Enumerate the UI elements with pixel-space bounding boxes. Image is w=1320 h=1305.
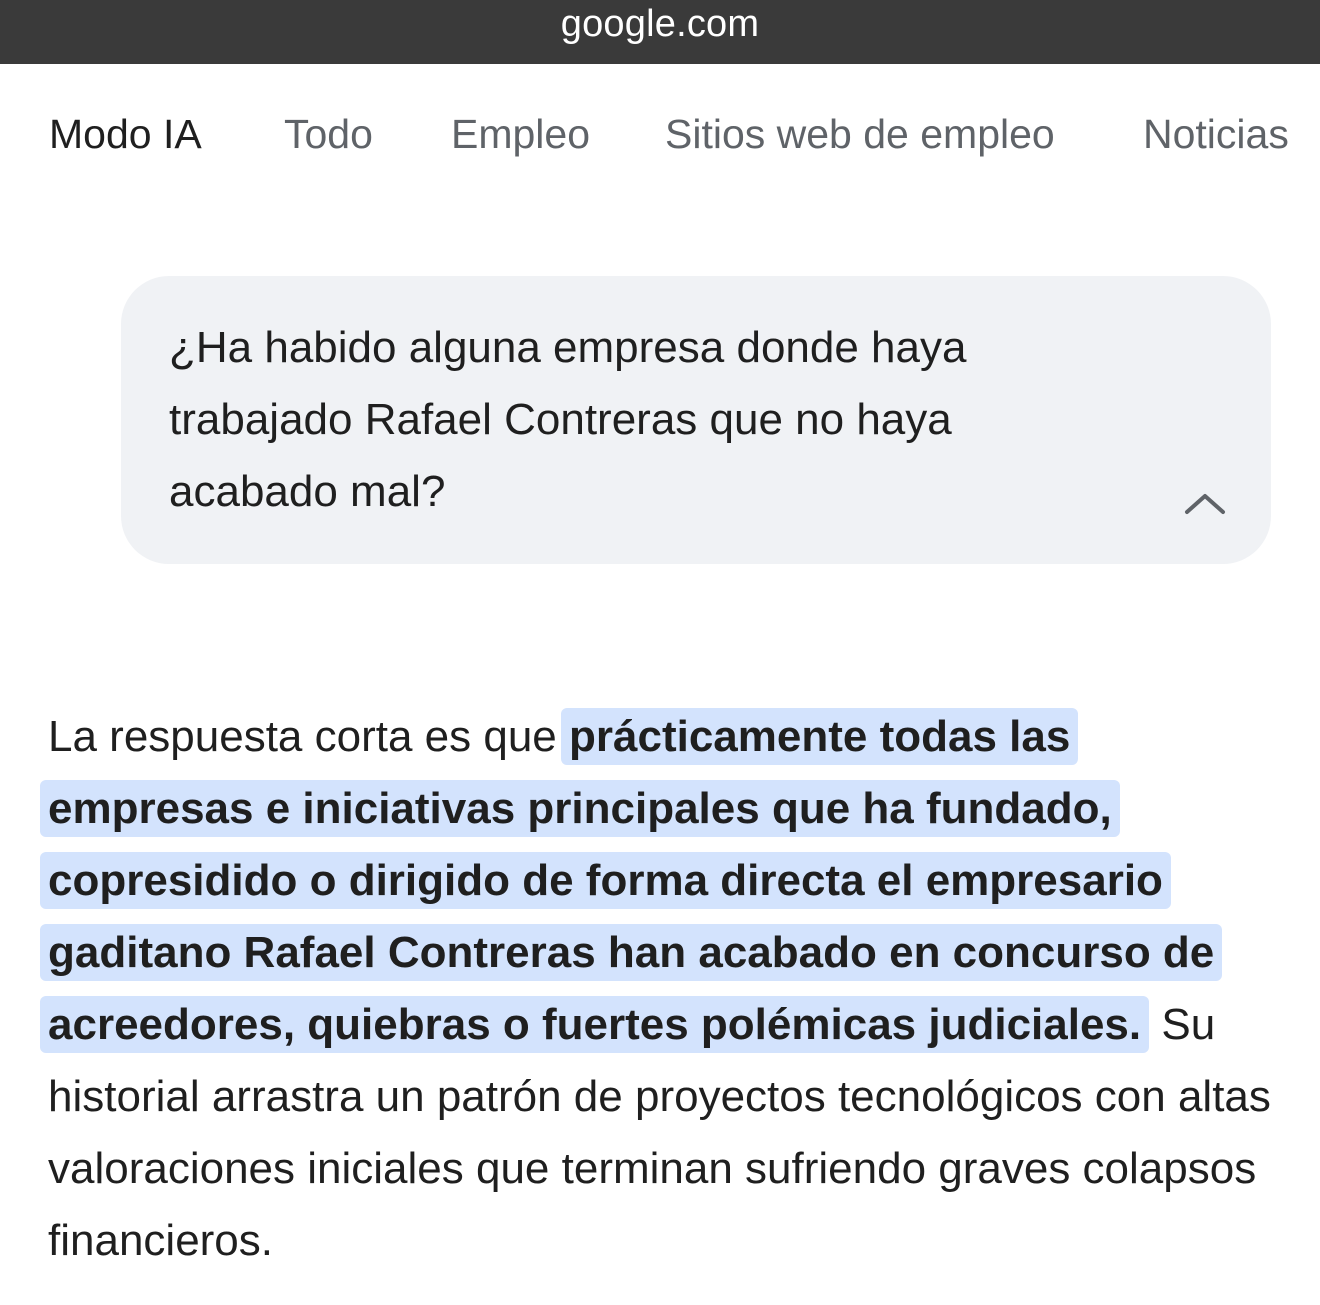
tab-todo[interactable]: Todo bbox=[284, 106, 373, 162]
user-query-text: ¿Ha habido alguna empresa donde haya tra… bbox=[169, 323, 967, 516]
user-query-bubble: ¿Ha habido alguna empresa donde haya tra… bbox=[121, 276, 1271, 564]
tab-sitios-web-de-empleo[interactable]: Sitios web de empleo bbox=[665, 106, 1055, 162]
url-text[interactable]: google.com bbox=[561, 2, 759, 46]
ai-answer: La respuesta corta es que prácticamente … bbox=[40, 701, 1288, 1277]
browser-url-bar[interactable]: google.com bbox=[0, 0, 1320, 64]
chevron-up-icon[interactable] bbox=[1181, 484, 1229, 520]
tab-empleo[interactable]: Empleo bbox=[451, 106, 590, 162]
tab-noticias[interactable]: Noticias bbox=[1143, 106, 1289, 162]
answer-intro: La respuesta corta es que bbox=[48, 712, 569, 761]
tab-modo-ia[interactable]: Modo IA bbox=[49, 106, 202, 162]
search-tabs: Modo IA Todo Empleo Sitios web de empleo… bbox=[0, 106, 1320, 162]
